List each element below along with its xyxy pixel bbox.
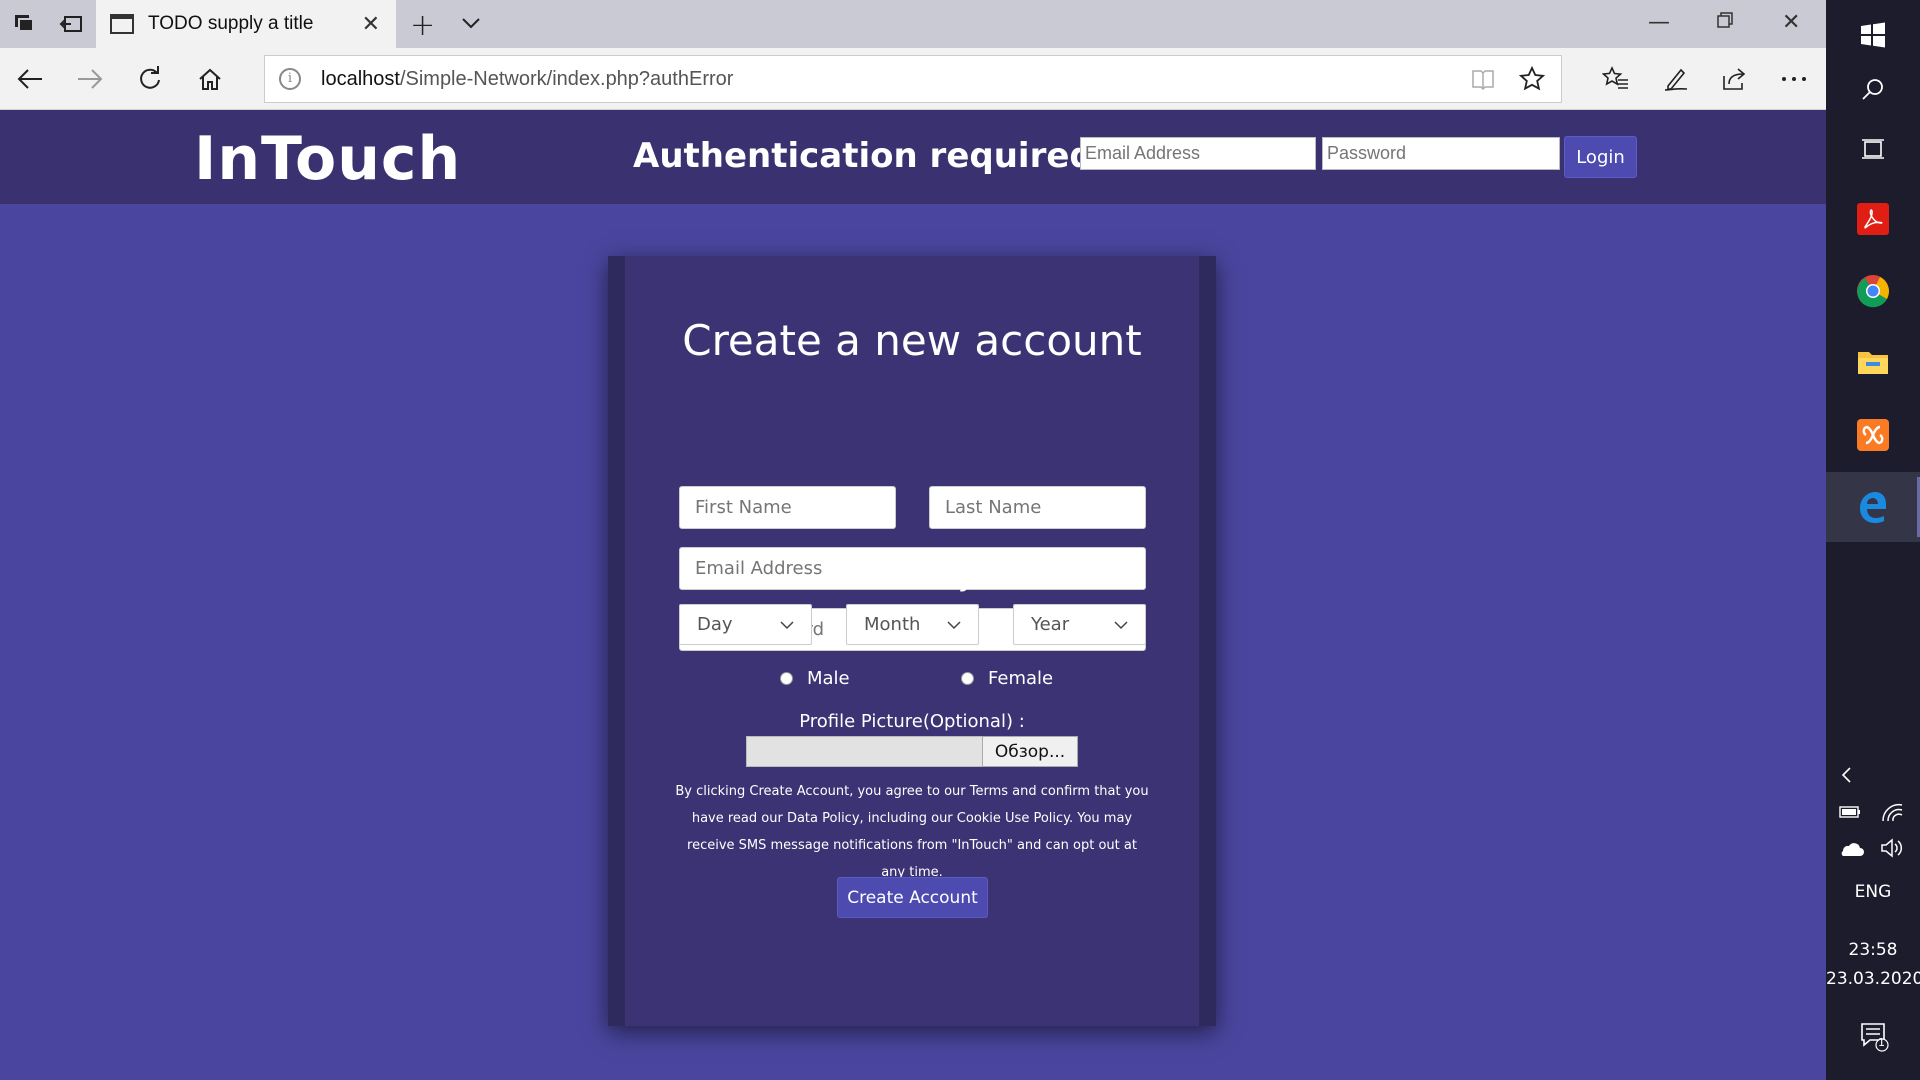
policy-text: By clicking Create Account, you agree to… — [675, 784, 1149, 880]
new-tab-icon[interactable]: + — [410, 8, 435, 43]
birthday-label: Birthday — [848, 558, 976, 593]
gender-female-option[interactable]: Female — [961, 668, 1053, 689]
close-window-icon[interactable]: ✕ — [1782, 10, 1800, 35]
signup-card: Create a new account Birthday Day Month … — [625, 256, 1199, 1026]
close-tab-icon[interactable]: ✕ — [362, 12, 380, 37]
chevron-down-icon — [780, 621, 794, 630]
pen-notes-icon[interactable] — [1658, 62, 1694, 96]
page-icon — [110, 14, 134, 34]
edge-icon[interactable] — [1826, 472, 1920, 542]
login-password-input[interactable] — [1322, 137, 1560, 170]
forward-icon[interactable] — [72, 62, 108, 96]
more-menu-icon[interactable] — [1776, 62, 1812, 96]
refresh-icon[interactable] — [132, 62, 168, 96]
onedrive-icon[interactable] — [1838, 841, 1864, 861]
tab-title: TODO supply a title — [148, 13, 314, 34]
birthday-year-select[interactable]: Year — [1013, 604, 1146, 645]
male-label: Male — [807, 668, 850, 689]
url-text[interactable]: localhost/Simple-Network/index.php?authE… — [321, 68, 733, 91]
browser-nav-bar: i localhost/Simple-Network/index.php?aut… — [0, 48, 1826, 110]
month-select-label: Month — [864, 614, 921, 635]
browser-tab-bar: TODO supply a title ✕ + — ✕ — [0, 0, 1826, 48]
birthday-day-select[interactable]: Day — [679, 604, 812, 645]
male-radio[interactable] — [780, 672, 793, 685]
signup-title: Create a new account — [682, 316, 1142, 365]
tab-list-chevron-icon[interactable] — [460, 12, 482, 38]
profile-picture-label: Profile Picture(Optional) : — [799, 711, 1025, 732]
restore-icon[interactable] — [1716, 10, 1734, 35]
female-label: Female — [988, 668, 1054, 689]
volume-icon[interactable] — [1880, 838, 1904, 862]
last-name-input[interactable] — [929, 486, 1146, 529]
login-email-input[interactable] — [1080, 137, 1316, 170]
auth-error-message: Authentication required — [633, 136, 1094, 176]
wifi-icon[interactable] — [1880, 802, 1904, 826]
first-name-input[interactable] — [679, 486, 896, 529]
day-select-label: Day — [697, 614, 733, 635]
female-radio[interactable] — [961, 672, 974, 685]
tab-actions-icon[interactable] — [10, 10, 40, 38]
address-bar[interactable]: i localhost/Simple-Network/index.php?aut… — [264, 55, 1562, 103]
file-explorer-icon[interactable] — [1826, 327, 1920, 397]
home-icon[interactable] — [192, 62, 228, 96]
acrobat-reader-icon[interactable] — [1826, 184, 1920, 254]
chrome-icon[interactable] — [1826, 256, 1920, 326]
site-header: InTouch Authentication required Login — [0, 110, 1826, 204]
task-view-icon[interactable] — [1826, 114, 1920, 184]
notification-count: 1 — [1878, 1036, 1885, 1049]
windows-taskbar: ENG 23:58 23.03.2020 1 — [1826, 0, 1920, 1080]
favorite-star-icon[interactable] — [1518, 65, 1546, 96]
chevron-down-icon — [1114, 621, 1128, 630]
show-hidden-icons-chevron-icon[interactable] — [1840, 766, 1852, 788]
action-center-icon[interactable]: 1 — [1860, 1022, 1890, 1056]
site-info-icon[interactable]: i — [279, 68, 301, 90]
clock-date[interactable]: 23.03.2020 — [1826, 969, 1920, 989]
favorites-hub-icon[interactable] — [1598, 62, 1634, 96]
reading-view-icon[interactable] — [1471, 68, 1495, 94]
chevron-down-icon — [947, 621, 961, 630]
tab-active[interactable]: TODO supply a title ✕ — [96, 0, 396, 48]
year-select-label: Year — [1031, 614, 1070, 635]
browse-file-button[interactable]: Обзор... — [982, 736, 1078, 767]
xampp-icon[interactable] — [1826, 400, 1920, 470]
back-icon[interactable] — [12, 62, 48, 96]
clock-time[interactable]: 23:58 — [1826, 940, 1920, 960]
page-content: InTouch Authentication required Login Cr… — [0, 110, 1826, 1080]
create-account-button[interactable]: Create Account — [837, 877, 988, 918]
login-button[interactable]: Login — [1564, 136, 1637, 178]
file-path-field[interactable] — [746, 736, 984, 767]
gender-male-option[interactable]: Male — [780, 668, 850, 689]
birthday-month-select[interactable]: Month — [846, 604, 979, 645]
battery-icon[interactable] — [1838, 804, 1862, 824]
minimize-icon[interactable]: — — [1648, 10, 1670, 35]
input-language-indicator[interactable]: ENG — [1826, 882, 1920, 902]
site-logo[interactable]: InTouch — [194, 124, 461, 194]
share-icon[interactable] — [1716, 62, 1752, 96]
set-aside-tabs-icon[interactable] — [56, 10, 86, 38]
